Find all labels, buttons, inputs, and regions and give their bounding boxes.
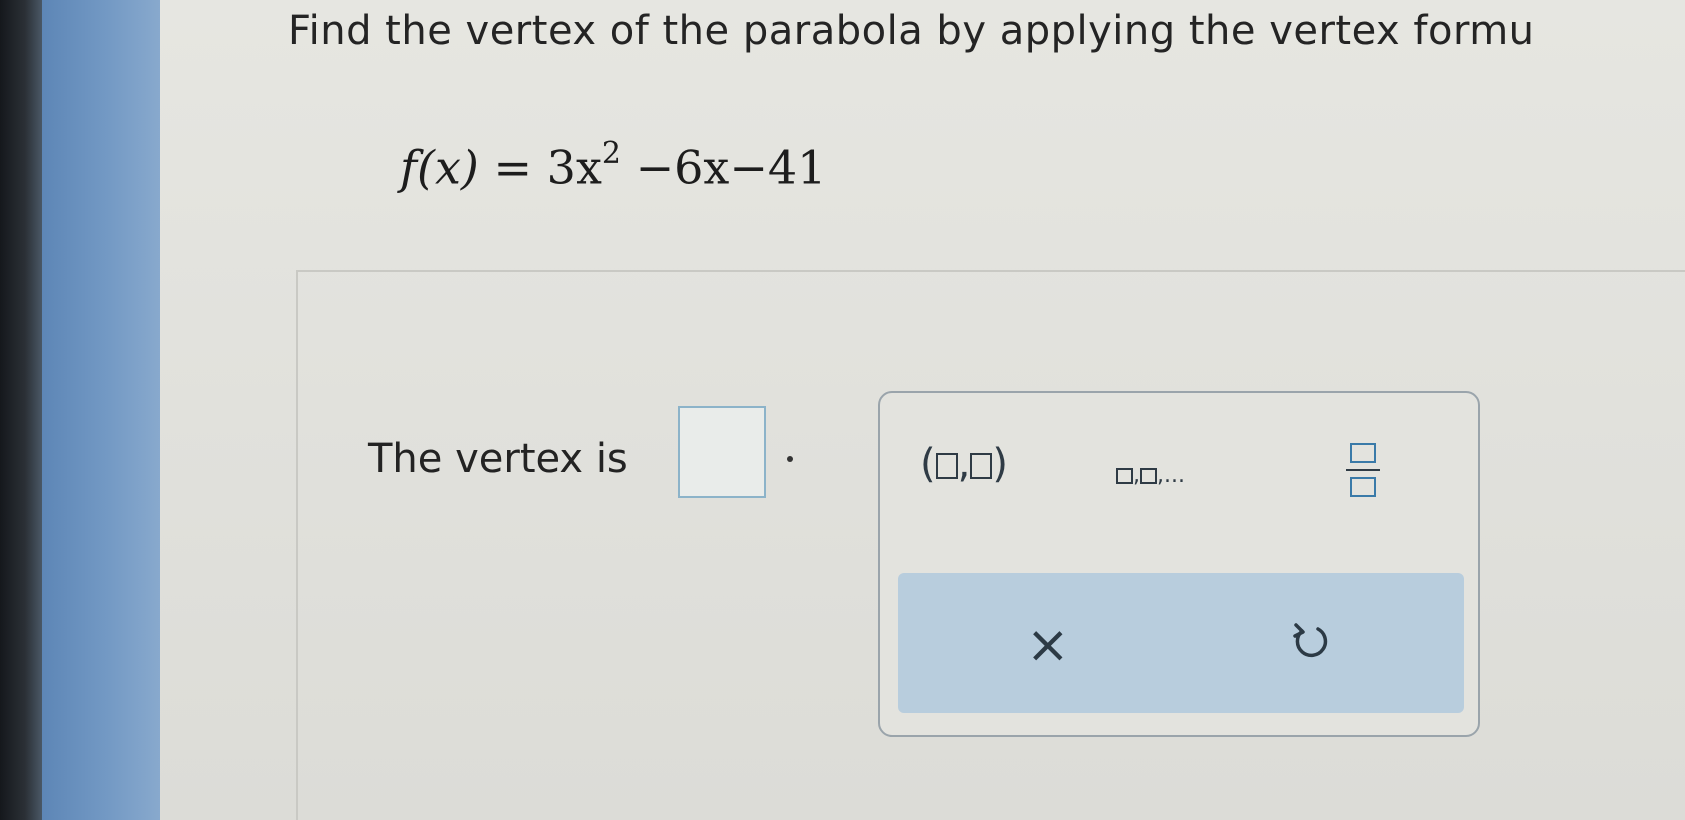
fraction-bar-icon [1346,469,1380,471]
question-prompt: Find the vertex of the parabola by apply… [288,8,1535,54]
equation-rest: −6x−41 [635,140,827,195]
sentence-period [787,456,793,462]
vertex-answer-input[interactable] [678,406,766,498]
list-key[interactable]: ,,... [1116,463,1185,488]
keypad-action-bar: × [898,573,1464,713]
ordered-pair-close: ) [992,441,1008,487]
ordered-pair-key[interactable]: (,) [920,441,1008,487]
fraction-key[interactable] [1346,443,1380,497]
equation-equals: = [493,140,533,195]
fraction-numerator-icon [1350,443,1376,463]
equation-term1: 3x [546,140,602,195]
list-slot-1-icon [1116,468,1133,484]
equation-lhs: f(x) [400,140,479,195]
fraction-denominator-icon [1350,477,1376,497]
vertex-label: The vertex is [368,436,628,482]
undo-icon [1293,623,1328,658]
undo-button[interactable] [1288,619,1332,667]
ordered-pair-comma: , [957,441,971,487]
math-keypad: (,) ,,... × [878,391,1480,737]
pair-slot-2-icon [970,453,993,479]
list-ellipsis: ,... [1157,463,1185,488]
list-slot-2-icon [1140,468,1157,484]
monitor-bezel [0,0,42,820]
ordered-pair-open: ( [920,441,936,487]
left-sidebar [42,0,160,820]
list-comma: , [1133,463,1140,488]
clear-button[interactable]: × [1026,615,1070,675]
equation: f(x) = 3x2 −6x−41 [400,136,827,195]
equation-exponent: 2 [601,136,621,171]
pair-slot-1-icon [935,453,958,479]
